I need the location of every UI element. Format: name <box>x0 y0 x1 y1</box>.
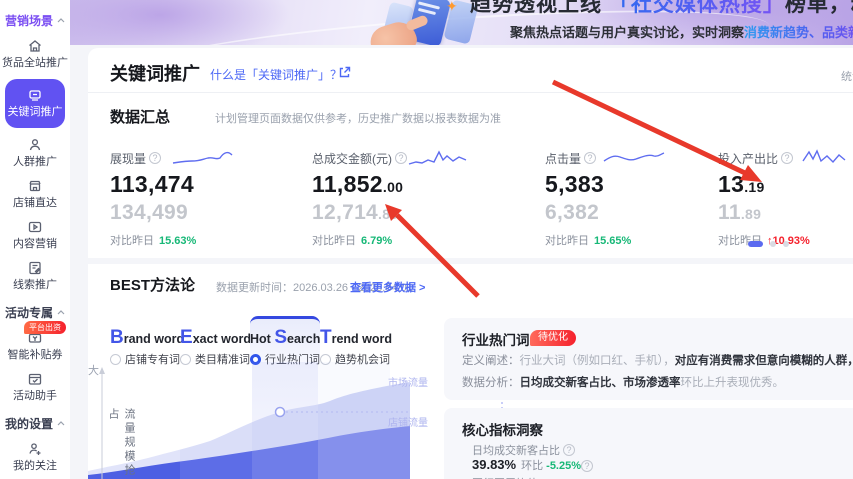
best-tabs: Brand word 店铺专有词 Exact word 类目精准词 Hot Se… <box>110 316 392 366</box>
to-optimize-badge: 待优化 <box>530 330 576 346</box>
external-link-icon[interactable] <box>338 66 351 79</box>
industry-hot-word-card: 行业热门词 待优化 定义阐述：行业大词（例如口红、手机），对应有消费需求但意向模… <box>444 318 853 400</box>
section-title-best: BEST方法论 <box>110 277 196 294</box>
metric-prev-value: 6,382 <box>545 201 600 224</box>
chevron-up-icon <box>57 18 65 23</box>
sparkline <box>172 151 233 164</box>
metric-compare: 对比昨日 6.79% <box>312 235 393 247</box>
sidebar: 营销场景 货品全站推广 关键词推广 人群推广 店铺直达 内容营销 线索推广 活动… <box>0 0 70 479</box>
dot[interactable] <box>770 241 776 247</box>
tab-hot-search[interactable]: Hot Search 行业热门词 <box>250 316 320 366</box>
metric-prev-value: 11.89 <box>718 201 762 224</box>
sidebar-item-my-follow[interactable]: 我的关注 <box>0 441 70 473</box>
summary-note: 计划管理页面数据仅供参考，历史推广数据以报表数据为准 <box>215 113 501 125</box>
sidebar-item-content-marketing[interactable]: 内容营销 <box>0 219 70 251</box>
dot-active[interactable] <box>748 241 763 247</box>
help-icon[interactable] <box>581 460 594 472</box>
tab-brand-word[interactable]: Brand word 店铺专有词 <box>110 316 184 366</box>
what-is-link[interactable]: 什么是「关键词推广」？ <box>210 66 342 83</box>
label-shop-flow: 店铺流量 <box>388 418 428 429</box>
definition-line: 定义阐述：行业大词（例如口红、手机），对应有消费需求但意向模糊的人群，拉新效果显… <box>462 355 853 367</box>
help-icon[interactable] <box>395 152 407 164</box>
help-icon[interactable] <box>563 444 575 456</box>
card-title: 行业热门词 <box>462 333 530 348</box>
banner-subtitle: 聚焦热点话题与用户真实讨论，实时洞察消费新趋势、品类新机会 <box>510 22 853 41</box>
sidebar-item-lead-promo[interactable]: 线索推广 <box>0 260 70 292</box>
sidebar-item-store-direct[interactable]: 店铺直达 <box>0 178 70 210</box>
help-icon[interactable] <box>584 152 597 164</box>
sidebar-item-activity-helper[interactable]: 活动助手 <box>0 371 70 403</box>
metric-prev-value: 134,499 <box>110 201 189 224</box>
chevron-up-icon <box>57 421 65 426</box>
platform-funded-badge: 平台出资 <box>24 321 66 334</box>
banner-title: 趋势透视上线 「社交媒体热搜」榜单，精准捕捉 <box>470 0 853 18</box>
sidebar-group-settings[interactable]: 我的设置 <box>0 415 70 432</box>
section-separator <box>88 258 853 264</box>
metric-value: 11,852.00 <box>312 171 404 197</box>
sidebar-item-storewide-promo[interactable]: 货品全站推广 <box>0 38 70 70</box>
axis-top-label: 大 <box>88 363 99 377</box>
tab-exact-word[interactable]: Exact word 类目精准词 <box>180 316 251 366</box>
metric-compare: 对比昨日 15.63% <box>110 235 197 247</box>
page-title: 关键词推广 <box>110 64 200 84</box>
group-label: 营销场景 <box>4 14 53 28</box>
sparkline <box>802 149 846 164</box>
view-more-link[interactable]: 查看更多数据 > <box>350 279 425 295</box>
y-axis-label: 流量规模抢占 <box>107 408 135 478</box>
help-icon[interactable] <box>149 152 162 164</box>
tab-trend-word[interactable]: Trend word 趋势机会词 <box>320 316 392 366</box>
label-market-flow: 市场流量 <box>388 378 428 389</box>
divider <box>88 92 853 93</box>
document-icon <box>29 261 41 275</box>
core-insight-card: 核心指标洞察 日均成交新客占比 39.83%环比 -5.25% 同行同层均值: … <box>444 408 853 479</box>
carousel-dots <box>748 241 789 247</box>
insight-metric-label: 日均成交新客占比 <box>472 442 575 458</box>
app-root: ✦ 趋势透视上线 「社交媒体热搜」榜单，精准捕捉 聚焦热点话题与用户真实讨论，实… <box>0 0 853 479</box>
metric-label: 点击量 <box>545 151 582 166</box>
help-icon[interactable] <box>781 152 794 164</box>
card-title: 核心指标洞察 <box>462 423 543 438</box>
banner-illustration <box>360 0 480 45</box>
metric-value: 5,383 <box>545 171 605 197</box>
sidebar-group-activity[interactable]: 活动专属 <box>0 304 70 321</box>
metric-clicks: 点击量 5,383 6,382 对比昨日15.65% <box>545 148 665 248</box>
video-icon <box>28 221 42 233</box>
metric-total-gmv: 总成交金额(元) 11,852.00 12,714.80 对比昨日6.79% <box>312 148 467 248</box>
shop-icon <box>29 180 41 192</box>
sparkline <box>603 152 665 162</box>
diagnosis-line: 数据分析：日均成交新客占比、市场渗透率环比上升表现优秀。 <box>462 377 784 389</box>
metric-compare: 对比昨日 15.65% <box>545 235 632 247</box>
sidebar-item-keyword-promo[interactable]: 关键词推广 <box>5 79 65 128</box>
section-title-summary: 数据汇总 <box>110 109 171 126</box>
calendar-check-icon <box>28 373 42 385</box>
metric-label: 展现量 <box>110 151 147 166</box>
main-content: 关键词推广 什么是「关键词推广」？ 统计 数据汇总 计划管理页面数据仅供参考，历… <box>88 48 853 479</box>
sparkle-icon: ✦ <box>446 0 458 14</box>
metric-prev-value: 12,714.80 <box>312 201 399 224</box>
insight-values: 39.83% 环比 -5.25% <box>472 457 594 473</box>
metric-label: 总成交金额(元) <box>312 151 392 166</box>
sparkline <box>408 150 467 165</box>
metric-roi: 投入产出比 13.19 11.89 对比昨日↑10.93% <box>718 148 846 248</box>
home-icon <box>29 40 41 52</box>
keyword-icon <box>29 90 41 101</box>
sidebar-group-marketing[interactable]: 营销场景 <box>0 12 70 29</box>
chevron-up-icon <box>57 310 65 315</box>
peer-average: 同行同层均值: 34.34% <box>472 475 581 479</box>
metric-impressions: 展现量 113,474 134,499 对比昨日15.63% <box>110 148 233 248</box>
metric-label: 投入产出比 <box>718 151 779 166</box>
metric-value: 113,474 <box>110 171 194 197</box>
sidebar-item-audience-promo[interactable]: 人群推广 <box>0 137 70 169</box>
person-icon <box>29 139 41 151</box>
metric-value: 13.19 <box>718 171 765 197</box>
promo-banner[interactable]: ✦ 趋势透视上线 「社交媒体热搜」榜单，精准捕捉 聚焦热点话题与用户真实讨论，实… <box>70 0 853 45</box>
dot[interactable] <box>783 241 789 247</box>
stats-time-truncated: 统计 <box>841 71 853 83</box>
person-plus-icon <box>29 443 41 455</box>
sidebar-item-smart-subsidy[interactable]: 平台出资 智能补贴券 <box>0 321 70 362</box>
chart-marker <box>274 406 286 418</box>
